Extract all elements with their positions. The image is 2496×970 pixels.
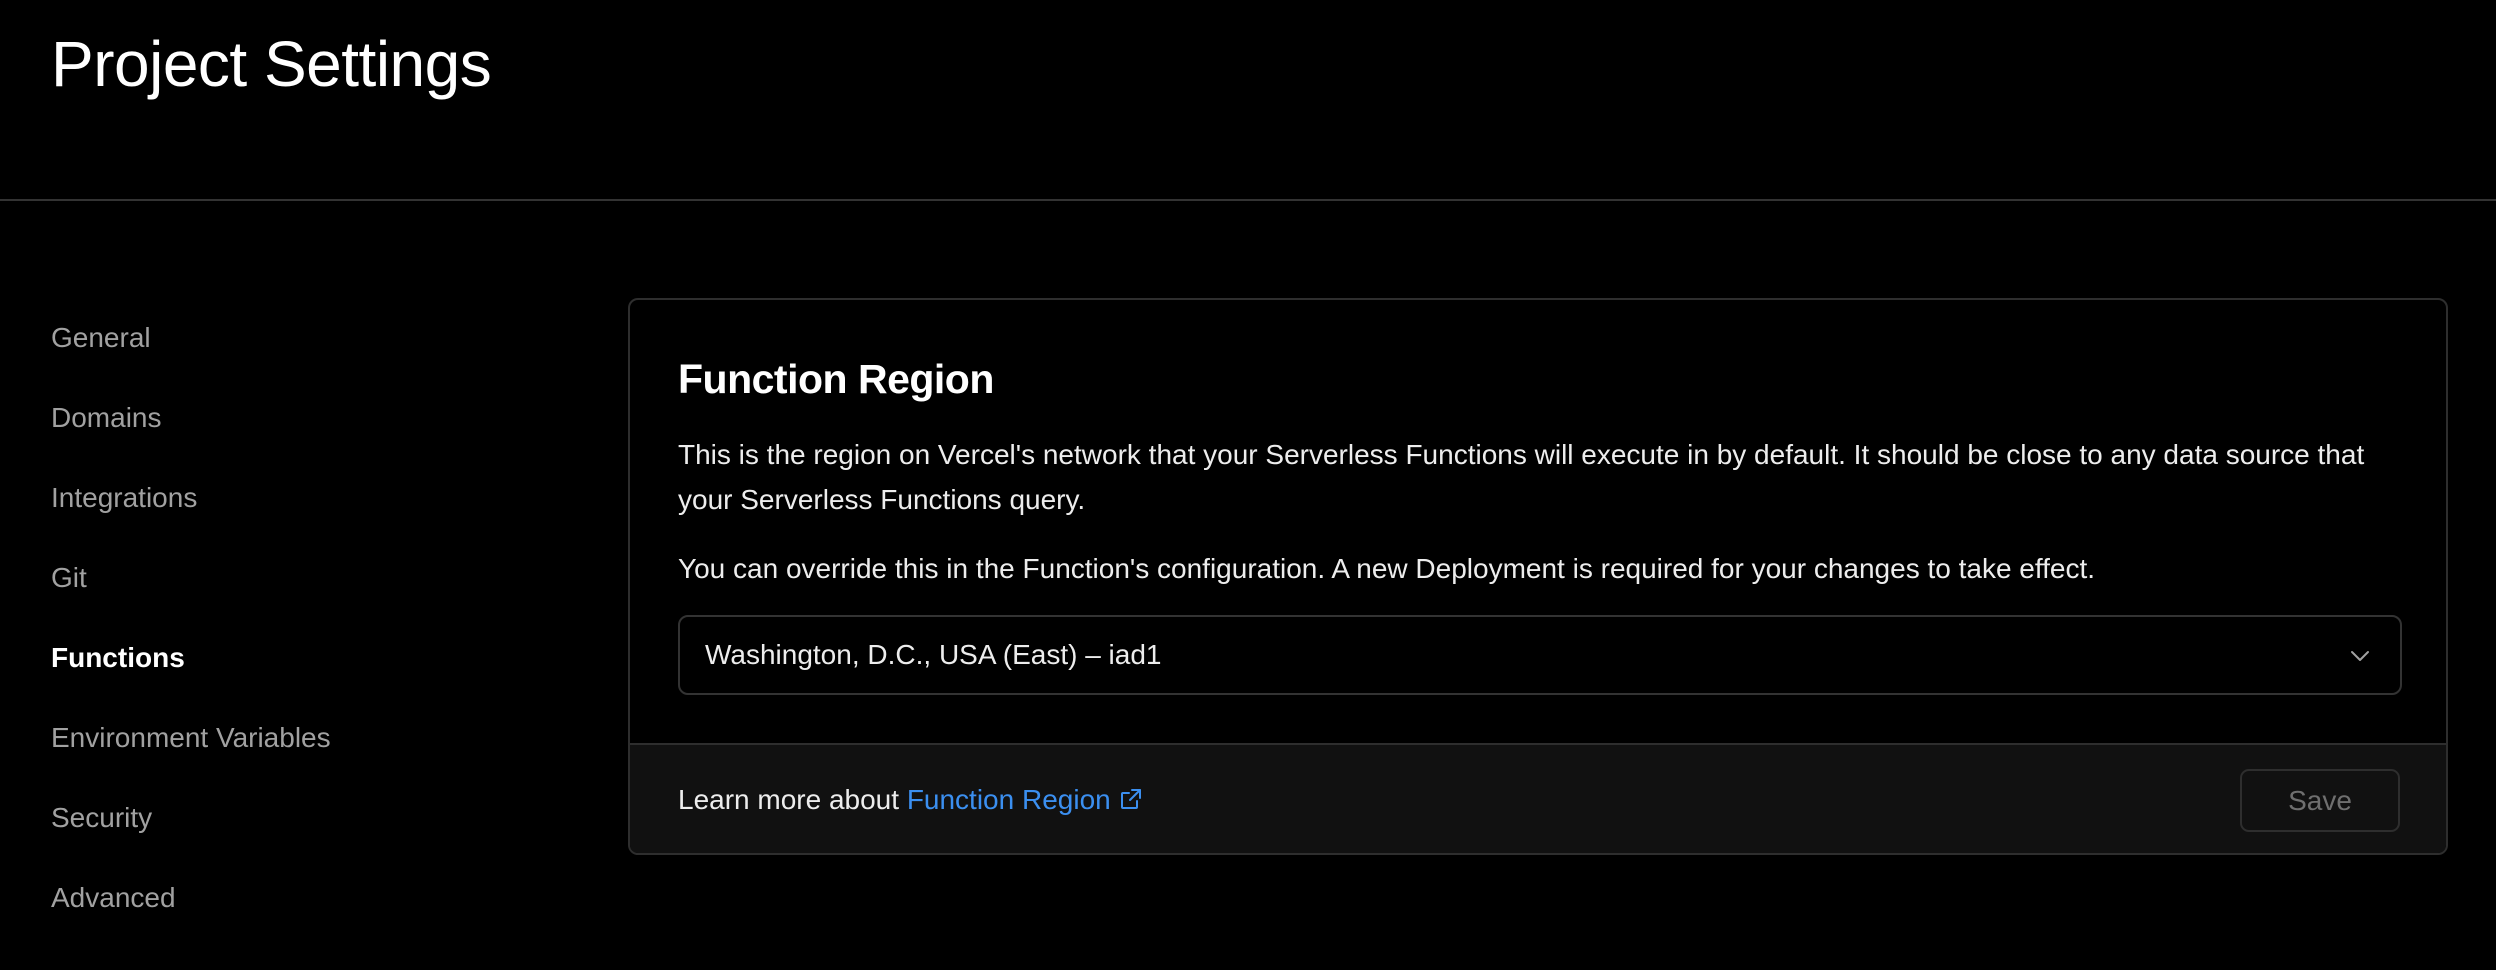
sidebar-item-environment-variables[interactable]: Environment Variables: [51, 718, 571, 798]
function-region-link-label: Function Region: [906, 784, 1111, 815]
save-button[interactable]: Save: [2240, 769, 2400, 832]
learn-more-prefix: Learn more about: [678, 784, 907, 815]
sidebar-item-security[interactable]: Security: [51, 798, 571, 878]
card-note: You can override this in the Function's …: [678, 553, 2096, 584]
external-link-icon: [1120, 789, 1141, 809]
sidebar-item-advanced[interactable]: Advanced: [51, 878, 571, 958]
card-footer: Learn more about Function Region Save: [630, 743, 2446, 853]
header-divider: [0, 199, 2496, 201]
page-title: Project Settings: [51, 28, 492, 100]
sidebar-item-general[interactable]: General: [51, 318, 571, 398]
function-region-docs-link[interactable]: Function Region: [907, 784, 1143, 815]
chevron-down-icon: [2351, 651, 2369, 661]
sidebar-item-git[interactable]: Git: [51, 558, 571, 638]
sidebar-item-domains[interactable]: Domains: [51, 398, 571, 478]
function-region-card: Function Region This is the region on Ve…: [628, 298, 2448, 855]
sidebar-item-functions[interactable]: Functions: [51, 638, 571, 718]
region-select[interactable]: Washington, D.C., USA (East) – iad1: [678, 615, 2402, 695]
settings-sidebar: General Domains Integrations Git Functio…: [51, 318, 571, 958]
learn-more-text: Learn more about Function Region: [678, 775, 1143, 825]
card-description: This is the region on Vercel's network t…: [678, 439, 2365, 515]
card-title: Function Region: [678, 356, 994, 402]
sidebar-item-integrations[interactable]: Integrations: [51, 478, 571, 558]
region-select-value: Washington, D.C., USA (East) – iad1: [705, 639, 1162, 670]
card-body: Function Region This is the region on Ve…: [678, 300, 2402, 743]
